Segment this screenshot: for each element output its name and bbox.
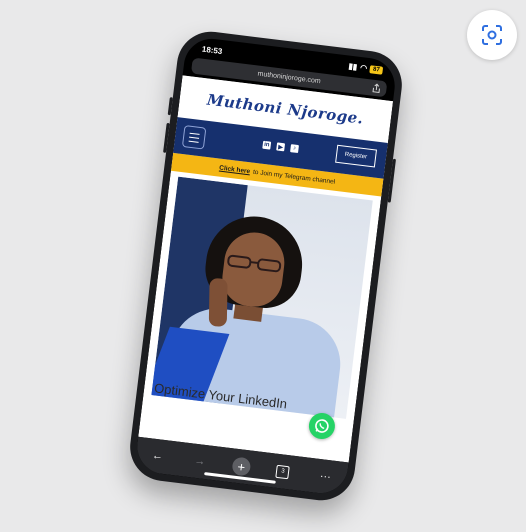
social-links: in ▶ ♪ (262, 140, 299, 154)
phone-side-button (167, 97, 173, 116)
plus-icon[interactable]: + (231, 456, 252, 477)
youtube-icon[interactable]: ▶ (276, 142, 286, 152)
battery-indicator: 87 (369, 64, 384, 75)
signal-icon: ▮▮ (347, 61, 358, 72)
tabs-icon[interactable]: 3 (272, 460, 294, 482)
more-icon[interactable]: ··· (314, 466, 336, 488)
share-icon[interactable] (372, 83, 381, 96)
tiktok-icon[interactable]: ♪ (290, 144, 299, 154)
photo-hand (208, 278, 228, 327)
register-button[interactable]: Register (334, 144, 378, 168)
phone-screen: 18:53 ▮▮ ◠ 87 muthoninjoroge.com Muthoni… (134, 35, 398, 497)
whatsapp-icon (315, 419, 329, 433)
wifi-icon: ◠ (359, 63, 368, 73)
back-icon[interactable]: ← (146, 445, 168, 467)
tab-count: 3 (275, 464, 291, 479)
status-time: 18:53 (201, 44, 223, 57)
phone-side-button (387, 158, 397, 203)
forward-icon[interactable]: → (189, 450, 211, 472)
website-content: Muthoni Njoroge. in ▶ ♪ Register Click h… (138, 75, 394, 463)
status-icons: ▮▮ ◠ 87 (347, 61, 384, 75)
scan-button[interactable] (467, 10, 517, 60)
menu-icon[interactable] (181, 125, 207, 150)
scan-icon (482, 25, 502, 45)
hero-photo (151, 176, 373, 419)
phone-mockup: 18:53 ▮▮ ◠ 87 muthoninjoroge.com Muthoni… (126, 27, 406, 505)
url-text: muthoninjoroge.com (257, 70, 322, 85)
promo-link[interactable]: Click here (219, 164, 251, 175)
logo-text: Muthoni Njoroge. (205, 90, 365, 128)
phone-side-button (163, 122, 170, 153)
linkedin-icon[interactable]: in (262, 140, 272, 150)
